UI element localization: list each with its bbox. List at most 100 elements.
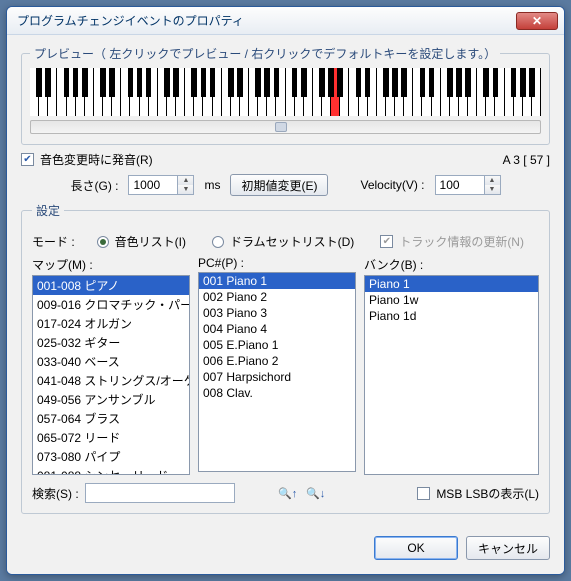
black-key[interactable] [82,68,88,97]
list-item[interactable]: 017-024 オルガン [33,314,189,333]
mode-drum-radio[interactable] [212,236,224,248]
note-info: A 3 [ 57 ] [503,153,550,167]
black-key[interactable] [164,68,170,97]
ok-button[interactable]: OK [374,536,458,560]
black-key[interactable] [493,68,499,97]
black-key[interactable] [401,68,407,97]
black-key[interactable] [255,68,261,97]
black-key[interactable] [64,68,70,97]
black-key[interactable] [45,68,51,97]
scroll-thumb[interactable] [275,122,287,132]
black-key[interactable] [319,68,325,97]
msb-lsb-label: MSB LSBの表示(L) [436,485,539,502]
list-item[interactable]: 073-080 パイプ [33,447,189,466]
settings-legend: 設定 [32,202,64,219]
black-key[interactable] [137,68,143,97]
cancel-button[interactable]: キャンセル [466,536,550,560]
velocity-label: Velocity(V) : [360,178,424,192]
mode-drum-label: ドラムセットリスト(D) [230,233,354,250]
black-key[interactable] [128,68,134,97]
black-key[interactable] [356,68,362,97]
black-key[interactable] [392,68,398,97]
black-key[interactable] [337,68,343,97]
list-item[interactable]: 025-032 ギター [33,333,189,352]
list-item[interactable]: Piano 1 [365,276,538,292]
search-input[interactable] [85,483,235,503]
length-input-group: ▲▼ [128,175,194,195]
mode-label: モード : [32,233,75,250]
black-key[interactable] [511,68,517,97]
black-key[interactable] [383,68,389,97]
list-item[interactable]: 004 Piano 4 [199,321,355,337]
track-update-label: トラック情報の更新(N) [399,233,524,250]
mode-tone-radio[interactable] [97,236,109,248]
black-key[interactable] [520,68,526,97]
msb-lsb-checkbox[interactable] [417,487,430,500]
black-key[interactable] [264,68,270,97]
black-key[interactable] [292,68,298,97]
list-item[interactable]: 006 E.Piano 2 [199,353,355,369]
list-item[interactable]: 008 Clav. [199,385,355,401]
black-key[interactable] [456,68,462,97]
bank-listbox[interactable]: Piano 1Piano 1wPiano 1d [364,275,539,475]
piano-keyboard[interactable] [30,68,541,116]
list-item[interactable]: 003 Piano 3 [199,305,355,321]
pc-listbox[interactable]: 001 Piano 1002 Piano 2003 Piano 3004 Pia… [198,272,356,472]
sound-on-change-label: 音色変更時に発音(R) [40,151,153,168]
black-key[interactable] [228,68,234,97]
preview-legend: プレビュー（ 左クリックでプレビュー / 右クリックでデフォルトキーを設定します… [30,45,500,62]
list-item[interactable]: 065-072 リード [33,428,189,447]
length-spinner[interactable]: ▲▼ [177,176,193,194]
list-item[interactable]: 057-064 ブラス [33,409,189,428]
velocity-input-group: ▲▼ [435,175,501,195]
list-item[interactable]: 002 Piano 2 [199,289,355,305]
black-key[interactable] [237,68,243,97]
black-key[interactable] [529,68,535,97]
black-key[interactable] [420,68,426,97]
black-key[interactable] [328,68,334,97]
black-key[interactable] [100,68,106,97]
default-change-button[interactable]: 初期値変更(E) [230,174,328,196]
close-button[interactable]: ✕ [516,12,558,30]
list-item[interactable]: Piano 1d [365,308,538,324]
piano-scrollbar[interactable] [30,120,541,134]
black-key[interactable] [274,68,280,97]
mode-tone-label: 音色リスト(I) [115,233,186,250]
velocity-input[interactable] [436,176,484,194]
black-key[interactable] [429,68,435,97]
black-key[interactable] [447,68,453,97]
bank-label: バンク(B) : [364,256,539,273]
search-next-icon[interactable]: 🔍↓ [305,483,327,503]
black-key[interactable] [36,68,42,97]
list-item[interactable]: Piano 1w [365,292,538,308]
close-icon: ✕ [532,14,542,28]
list-item[interactable]: 001 Piano 1 [199,273,355,289]
velocity-spinner[interactable]: ▲▼ [484,176,500,194]
black-key[interactable] [483,68,489,97]
black-key[interactable] [365,68,371,97]
list-item[interactable]: 005 E.Piano 1 [199,337,355,353]
list-item[interactable]: 001-008 ピアノ [33,276,189,295]
length-label: 長さ(G) : [70,177,118,194]
black-key[interactable] [73,68,79,97]
list-item[interactable]: 007 Harpsichord [199,369,355,385]
black-key[interactable] [173,68,179,97]
list-item[interactable]: 033-040 ベース [33,352,189,371]
list-item[interactable]: 049-056 アンサンブル [33,390,189,409]
black-key[interactable] [201,68,207,97]
length-input[interactable] [129,176,177,194]
black-key[interactable] [191,68,197,97]
map-label: マップ(M) : [32,256,190,273]
search-prev-icon[interactable]: 🔍↑ [277,483,299,503]
list-item[interactable]: 041-048 ストリングス/オーケス [33,371,189,390]
map-listbox[interactable]: 001-008 ピアノ009-016 クロマチック・パーカッシ017-024 オ… [32,275,190,475]
black-key[interactable] [465,68,471,97]
list-item[interactable]: 081-088 シンセ・リード [33,466,189,475]
sound-on-change-checkbox[interactable]: ✔ [21,153,34,166]
window-title: プログラムチェンジイベントのプロパティ [13,12,516,29]
black-key[interactable] [301,68,307,97]
list-item[interactable]: 009-016 クロマチック・パーカッシ [33,295,189,314]
black-key[interactable] [210,68,216,97]
black-key[interactable] [146,68,152,97]
black-key[interactable] [109,68,115,97]
